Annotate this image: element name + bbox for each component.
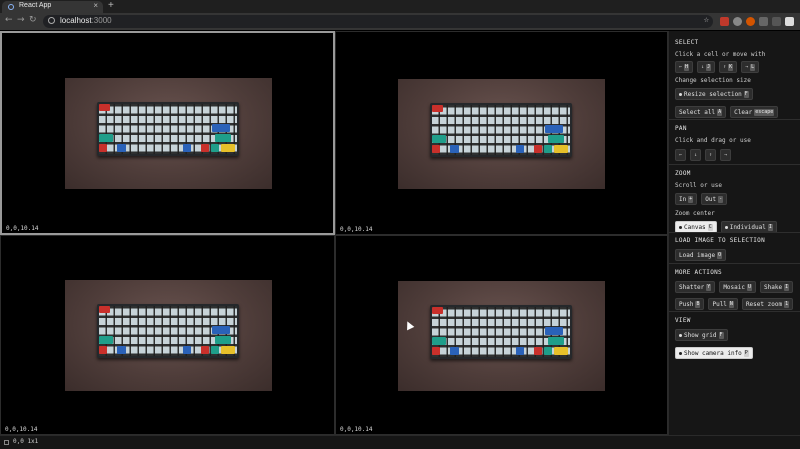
zoom-center-text: Zoom center [675, 210, 715, 217]
pan-section: PAN Click and drag or use ← ↓ ↑ → [675, 125, 751, 161]
pan-text: Click and drag or use [675, 137, 751, 144]
controls-sidebar: SELECT Click a cell or move with ← H ↓ J ↑… [668, 31, 800, 435]
more-actions-section: MORE ACTIONS Shatter Y Mosaic U Shake I Pus… [675, 269, 794, 310]
tab-close-icon[interactable]: × [93, 1, 98, 10]
move-up-button[interactable]: ↑ K [719, 61, 738, 73]
pan-left-button[interactable]: ← [675, 149, 687, 161]
zoom-text: Scroll or use [675, 182, 722, 189]
forward-icon[interactable]: → [17, 15, 25, 25]
move-left-button[interactable]: ← H [675, 61, 694, 73]
shake-button[interactable]: Shake I [760, 281, 794, 293]
grid-cell[interactable]: 0,0,10.14 [335, 235, 668, 435]
grid-cell[interactable]: 0,0,10.14 [0, 31, 335, 235]
arrow-left-icon: ← [679, 64, 683, 70]
extension-icon[interactable] [720, 17, 729, 26]
shatter-button[interactable]: Shatter Y [675, 281, 716, 293]
select-move-text: Click a cell or move with [675, 51, 766, 58]
pan-down-button[interactable]: ↓ [690, 149, 702, 161]
zoom-in-button[interactable]: In + [675, 193, 698, 205]
divider [669, 311, 800, 312]
extension-icon[interactable] [746, 17, 755, 26]
zoom-section: ZOOM Scroll or use In + Out - Zoom center … [675, 170, 777, 233]
divider [669, 263, 800, 264]
site-info-icon[interactable] [48, 17, 55, 24]
address-bar[interactable]: localhost:3000 ☆ [43, 15, 713, 28]
arrow-down-icon: ↓ [701, 64, 705, 70]
arrow-left-icon: ← [679, 152, 683, 158]
view-title: VIEW [675, 317, 691, 324]
extension-icon[interactable] [733, 17, 742, 26]
url-text: localhost:3000 [60, 16, 112, 25]
clear-button[interactable]: Clear escape [730, 106, 779, 118]
divider [669, 232, 800, 233]
browser-toolbar: ← → ↻ localhost:3000 ☆ [0, 13, 800, 30]
resize-text: Change selection size [675, 77, 751, 84]
view-section: VIEW Show grid F Show camera info P [675, 317, 753, 359]
back-icon[interactable]: ← [5, 15, 13, 25]
react-favicon-icon [8, 4, 14, 10]
push-button[interactable]: Push B [675, 298, 705, 310]
show-grid-toggle[interactable]: Show grid F [675, 329, 728, 341]
mosaic-button[interactable]: Mosaic U [719, 281, 757, 293]
arrow-down-icon: ↓ [694, 152, 698, 158]
keyboard-image [97, 304, 239, 358]
keyboard-photo [398, 281, 605, 391]
divider [669, 119, 800, 120]
camera-info-label: 0,0,10.14 [340, 226, 373, 233]
image-canvas[interactable]: 0,0,10.14 0,0,10.14 0,0,10.14 0,0,10.14 [0, 31, 668, 435]
bookmark-star-icon[interactable]: ☆ [704, 15, 709, 25]
keyboard-image [430, 305, 572, 359]
pull-button[interactable]: Pull N [708, 298, 738, 310]
arrow-right-icon: → [724, 152, 728, 158]
status-bar: 0,0 1x1 [0, 435, 800, 449]
load-section: LOAD IMAGE TO SELECTION Load image O [675, 237, 765, 261]
arrow-up-icon: ↑ [723, 64, 727, 70]
arrow-up-icon: ↑ [709, 152, 713, 158]
select-all-button[interactable]: Select all A [675, 106, 727, 118]
keyboard-photo [65, 280, 272, 391]
move-down-button[interactable]: ↓ J [697, 61, 716, 73]
reload-icon[interactable]: ↻ [29, 15, 37, 25]
camera-info-label: 0,0,10.14 [5, 426, 38, 433]
keyboard-photo [398, 79, 605, 189]
camera-info-label: 0,0,10.14 [340, 426, 373, 433]
profile-icon[interactable] [785, 17, 794, 26]
grid-icon [4, 440, 9, 445]
browser-tab-bar: React App × + [0, 0, 800, 13]
keyboard-image [430, 103, 572, 157]
more-actions-title: MORE ACTIONS [675, 269, 722, 276]
keyboard-photo [65, 78, 272, 189]
load-title: LOAD IMAGE TO SELECTION [675, 237, 765, 244]
camera-info-label: 0,0,10.14 [6, 225, 39, 232]
new-tab-button[interactable]: + [108, 0, 114, 11]
move-right-button[interactable]: → L [741, 61, 760, 73]
selection-status: 0,0 1x1 [13, 438, 39, 445]
keyboard-image [97, 102, 239, 156]
extension-icon[interactable] [759, 17, 768, 26]
grid-cell[interactable]: 0,0,10.14 [0, 235, 335, 435]
arrow-right-icon: → [745, 64, 749, 70]
zoom-title: ZOOM [675, 170, 691, 177]
pan-right-button[interactable]: → [720, 149, 732, 161]
resize-selection-button[interactable]: Resize selection F [675, 88, 753, 100]
select-section: SELECT Click a cell or move with ← H ↓ J ↑… [675, 39, 779, 118]
pan-up-button[interactable]: ↑ [705, 149, 717, 161]
zoom-out-button[interactable]: Out - [701, 193, 728, 205]
extensions-puzzle-icon[interactable] [772, 17, 781, 26]
tab-title: React App [19, 2, 52, 9]
select-title: SELECT [675, 39, 699, 46]
show-camera-info-toggle[interactable]: Show camera info P [675, 347, 753, 359]
reset-zoom-button[interactable]: Reset zoom 1 [741, 298, 794, 310]
pan-title: PAN [675, 125, 687, 132]
grid-cell[interactable]: 0,0,10.14 [335, 31, 668, 235]
browser-tab[interactable]: React App × [2, 1, 103, 13]
load-image-button[interactable]: Load image O [675, 249, 727, 261]
divider [669, 164, 800, 165]
